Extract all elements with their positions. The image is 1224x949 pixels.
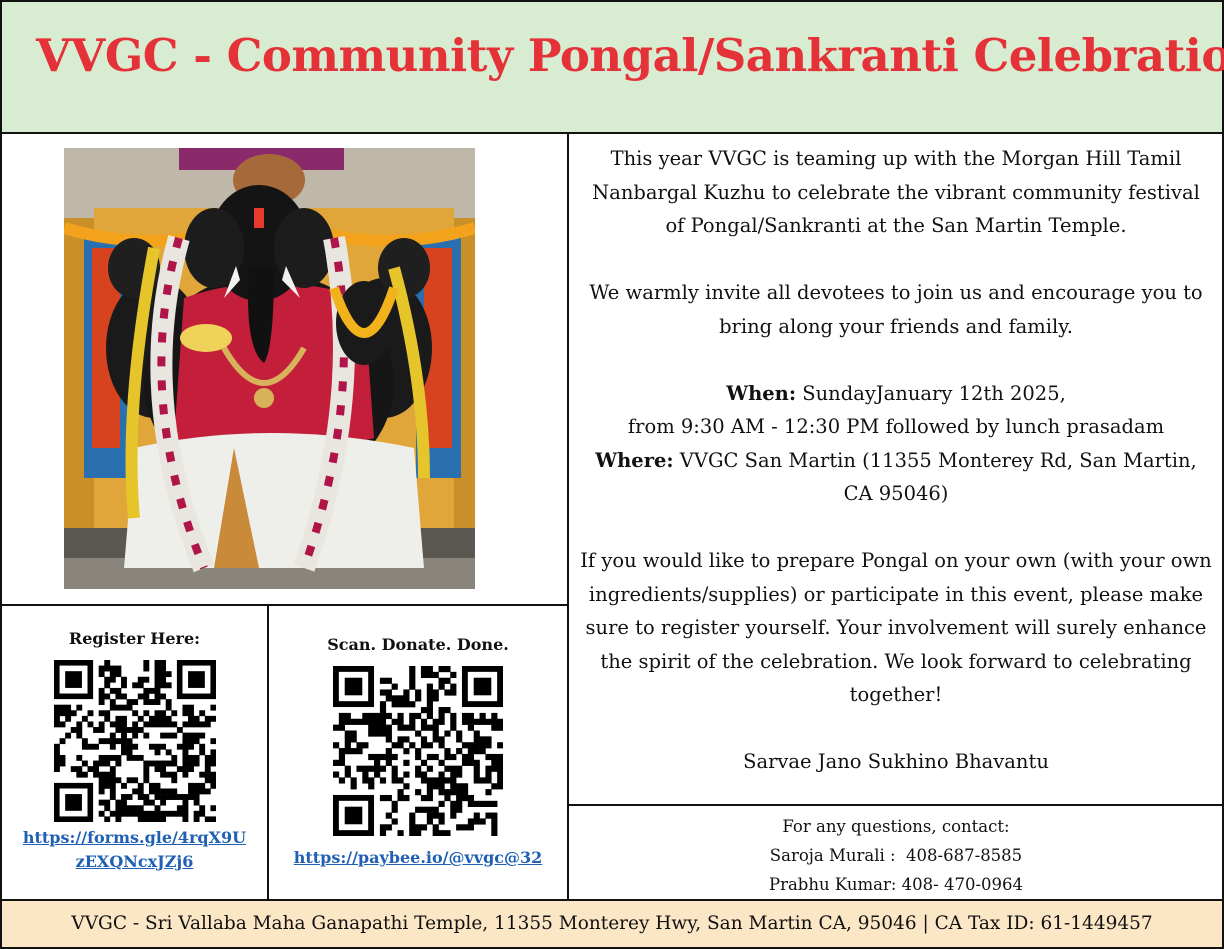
- register-qr-code-icon[interactable]: [53, 660, 216, 822]
- register-link-line1[interactable]: https://forms.gle/4rqX9U: [23, 828, 246, 847]
- title-banner: VVGC - Community Pongal/Sankranti Celebr…: [2, 2, 1224, 134]
- register-note-paragraph: If you would like to prepare Pongal on y…: [580, 549, 1212, 706]
- where-value: VVGC San Martin (11355 Monterey Rd, San …: [673, 448, 1197, 506]
- footer-text: VVGC - Sri Vallaba Maha Ganapathi Temple…: [71, 913, 1153, 934]
- contact-heading: For any questions, contact:: [782, 817, 1010, 836]
- donate-label: Scan. Donate. Done.: [327, 635, 509, 654]
- intro-paragraph: This year VVGC is teaming up with the Mo…: [592, 147, 1200, 237]
- page-title: VVGC - Community Pongal/Sankranti Celebr…: [36, 29, 1224, 82]
- time-line: from 9:30 AM - 12:30 PM followed by lunc…: [627, 415, 1165, 438]
- blessing-text: Sarvae Jano Sukhino Bhavantu: [743, 750, 1049, 773]
- deity-photo: [64, 148, 475, 589]
- when-value: SundayJanuary 12th 2025,: [796, 381, 1066, 405]
- when-label: When:: [726, 381, 797, 405]
- contact-divider: [569, 804, 1222, 806]
- when-line: When: SundayJanuary 12th 2025,: [570, 377, 1222, 411]
- flyer-page: VVGC - Community Pongal/Sankranti Celebr…: [0, 0, 1224, 949]
- register-section: Register Here: https://forms.gle/4rqX9U …: [2, 629, 267, 874]
- footer-banner: VVGC - Sri Vallaba Maha Ganapathi Temple…: [2, 899, 1222, 947]
- register-link-line2[interactable]: zEXQNcxJZj6: [76, 852, 194, 871]
- photo-divider: [2, 604, 567, 606]
- column-divider: [567, 134, 569, 899]
- donate-qr-code-icon[interactable]: [333, 666, 503, 836]
- register-label: Register Here:: [68, 629, 201, 648]
- donate-section: Scan. Donate. Done. https://paybee.io/@v…: [269, 635, 567, 870]
- contact-section: For any questions, contact: Saroja Mural…: [570, 812, 1222, 899]
- contact-person-2: Prabhu Kumar: 408- 470-0964: [768, 875, 1024, 894]
- where-label: Where:: [595, 448, 674, 472]
- event-description: This year VVGC is teaming up with the Mo…: [570, 142, 1222, 779]
- invite-paragraph: We warmly invite all devotees to join us…: [589, 281, 1203, 338]
- where-line: Where: VVGC San Martin (11355 Monterey R…: [570, 444, 1222, 511]
- donate-link[interactable]: https://paybee.io/@vvgc@32: [269, 846, 567, 870]
- contact-person-1: Saroja Murali : 408-687-8585: [769, 846, 1023, 865]
- ganesha-image: [64, 148, 475, 589]
- register-link[interactable]: https://forms.gle/4rqX9U zEXQNcxJZj6: [2, 826, 267, 874]
